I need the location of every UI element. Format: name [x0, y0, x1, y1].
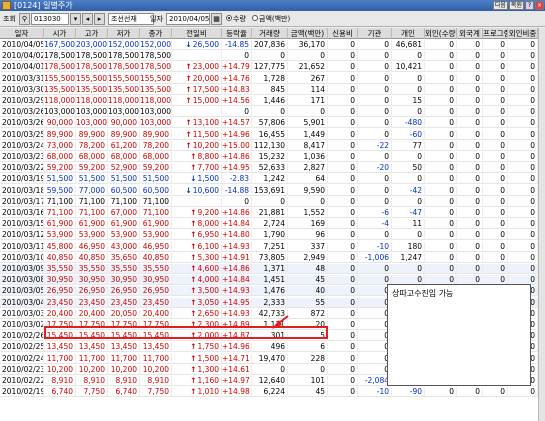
annotation-popup: 상따고수진입 가능 [387, 284, 531, 386]
popup-text: 상따고수진입 가능 [392, 289, 454, 298]
